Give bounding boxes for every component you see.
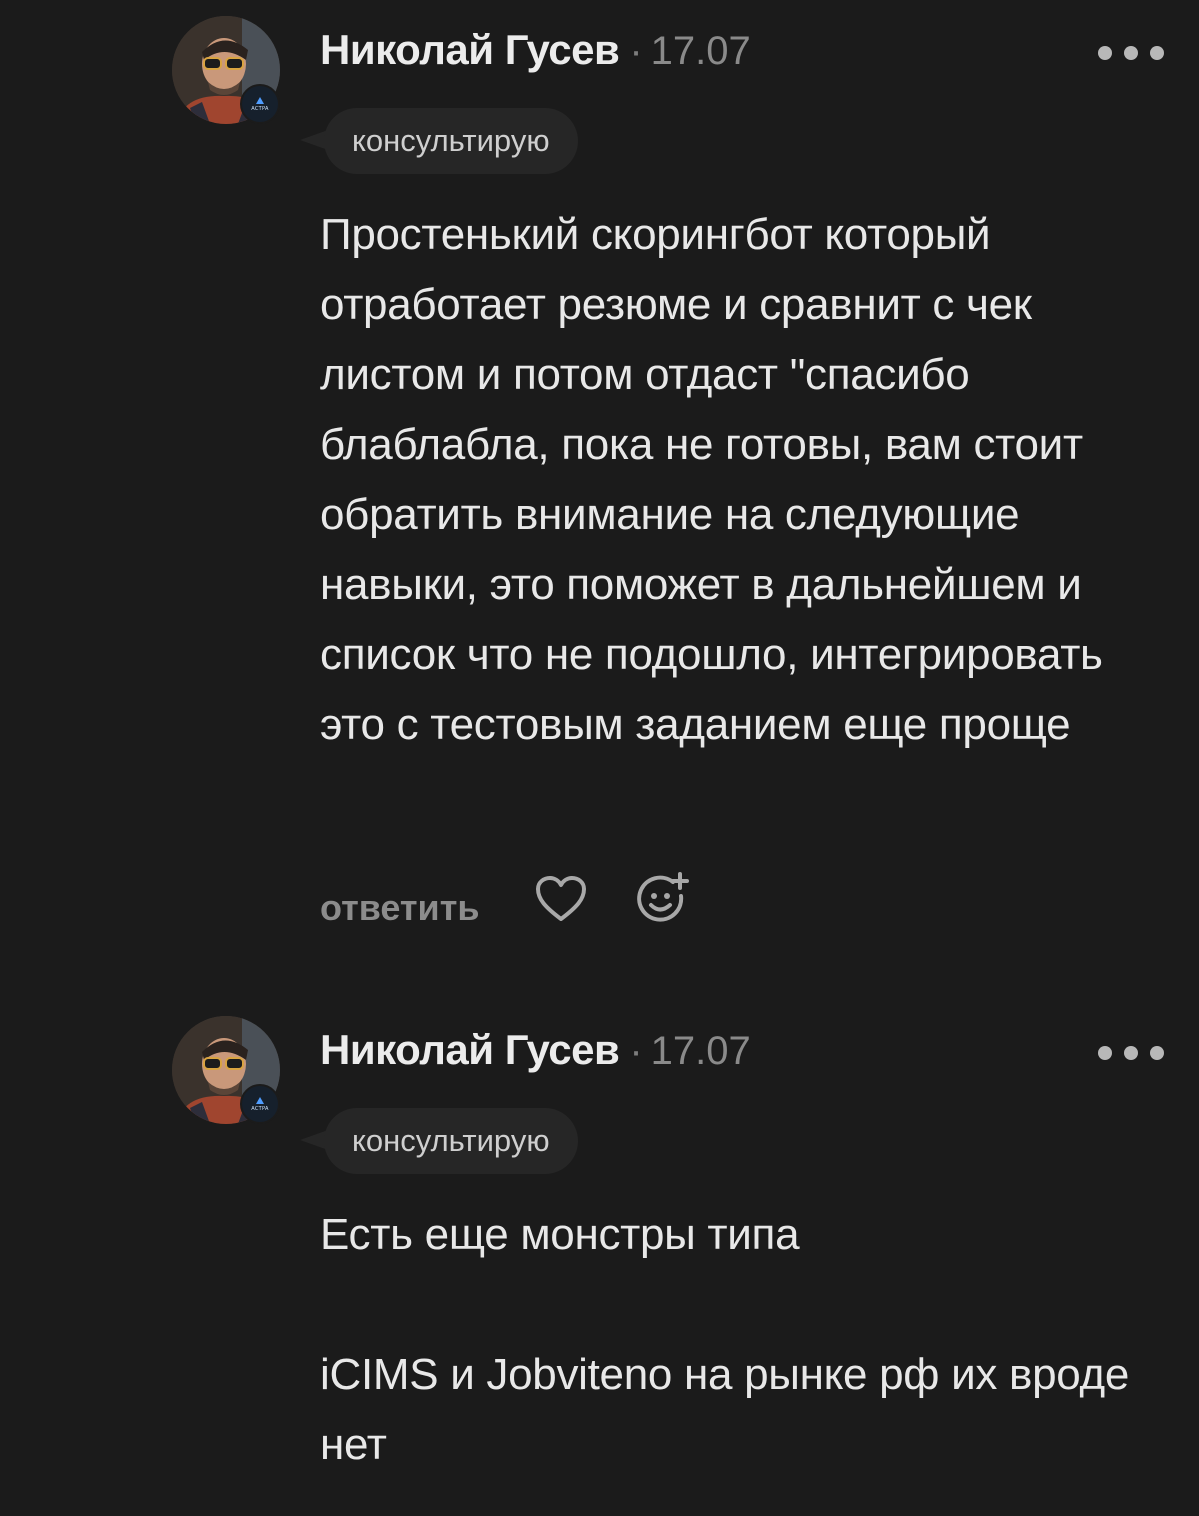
dot-icon — [1124, 46, 1138, 60]
author-name[interactable]: Николай Гусев — [320, 1026, 620, 1074]
dot-icon — [1124, 1046, 1138, 1060]
comment-date: 17.07 — [650, 29, 751, 73]
astra-badge-icon: ACTPA — [240, 84, 280, 124]
comment-paragraph: Есть еще монстры типа — [320, 1210, 800, 1259]
dot-icon — [1098, 1046, 1112, 1060]
separator-dot: · — [629, 1029, 643, 1073]
more-options-button[interactable] — [1098, 1038, 1164, 1068]
comment-header: Николай Гусев · 17.07 — [320, 26, 751, 74]
comment-date: 17.07 — [650, 1029, 751, 1073]
dot-icon — [1150, 1046, 1164, 1060]
comment-body: Простенький скорингбот который отработае… — [320, 200, 1160, 760]
author-tag: консультирую — [324, 1108, 578, 1174]
emoji-add-icon[interactable] — [635, 872, 690, 931]
dot-icon — [1098, 46, 1112, 60]
comment-header: Николай Гусев · 17.07 — [320, 1026, 751, 1074]
comment-actions: ответить — [320, 872, 690, 931]
comment-paragraph: Простенький скорингбот который отработае… — [320, 210, 1103, 749]
comment-2: ACTPA Николай Гусев · 17.07 консультирую… — [0, 1000, 1199, 1516]
comment-body: Есть еще монстры типа iCIMS и Jobvitеno … — [320, 1200, 1160, 1480]
heart-icon[interactable] — [535, 875, 587, 928]
reply-button[interactable]: ответить — [320, 887, 479, 929]
dot-icon — [1150, 46, 1164, 60]
comment-1: ACTPA Николай Гусев · 17.07 консультирую… — [0, 0, 1199, 980]
author-name[interactable]: Николай Гусев — [320, 26, 620, 74]
separator-dot: · — [629, 29, 643, 73]
author-tag: консультирую — [324, 108, 578, 174]
comment-paragraph: iCIMS и Jobvitеno на рынке рф их вроде н… — [320, 1350, 1130, 1469]
more-options-button[interactable] — [1098, 38, 1164, 68]
astra-badge-icon: ACTPA — [240, 1084, 280, 1124]
